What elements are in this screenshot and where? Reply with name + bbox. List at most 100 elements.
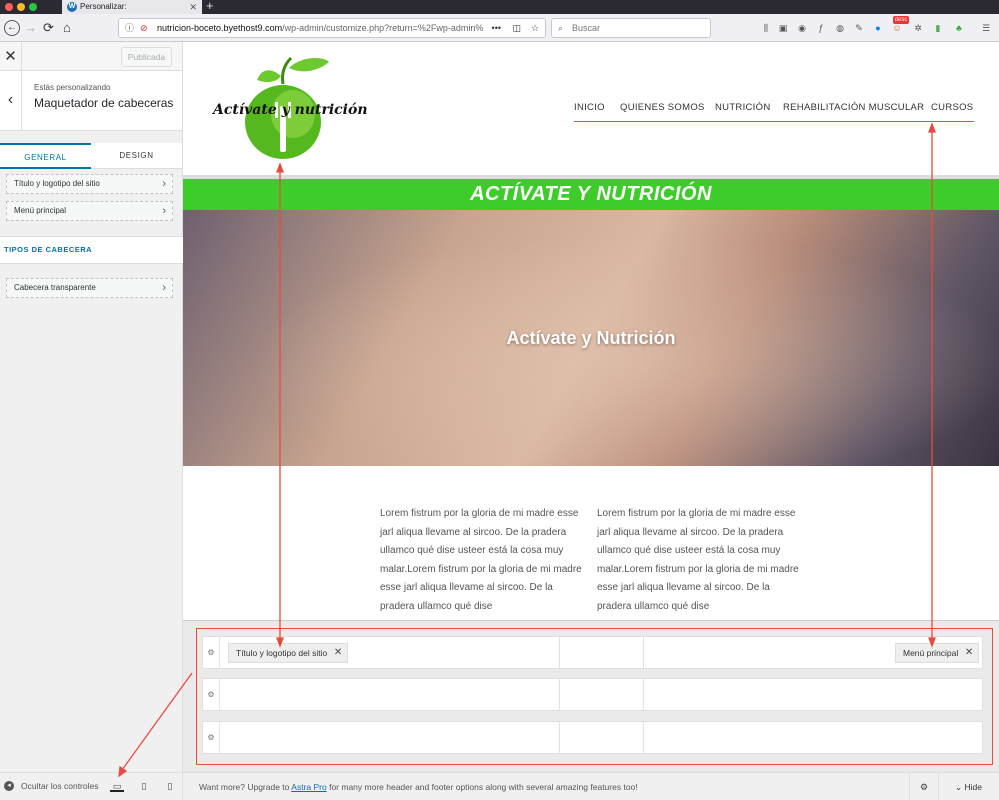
menu-item-nutricion[interactable]: NUTRICIÓN [715, 102, 770, 113]
hero-image: Actívate y Nutrición [183, 210, 999, 466]
section-label: Menú principal [14, 206, 67, 215]
close-window-icon[interactable] [5, 3, 13, 11]
column-divider [559, 722, 560, 753]
forward-icon[interactable]: → [24, 19, 37, 37]
insecure-lock-icon: ⊘ [140, 23, 148, 33]
menu-item-quienes-somos[interactable]: QUIENES SOMOS [620, 102, 705, 113]
customizer-sidebar: ✕ Publicada ‹ Estás personalizando Maque… [0, 42, 183, 772]
menu-hamburger-icon[interactable]: ☰ [980, 22, 992, 34]
menu-item-cursos[interactable]: CURSOS [931, 102, 973, 113]
mobile-preview-icon[interactable]: ▯ [163, 780, 177, 792]
url-domain: nutricion-boceto.byethost9.com [157, 23, 283, 33]
menu-item-rehabilitacion[interactable]: REHABILITACIÓN MUSCULAR [783, 102, 924, 113]
browser-tab[interactable]: W Personalizar: ✕ [62, 0, 202, 14]
customizer-footer: Want more? Upgrade to Astra Pro for many… [183, 772, 999, 800]
chevron-down-icon: ⌄ [955, 782, 963, 792]
browser-tab-bar: W Personalizar: ✕ + [0, 0, 999, 14]
section-transparent-header[interactable]: Cabecera transparente › [6, 278, 173, 298]
content-column-2: Lorem fistrum por la gloria de mi madre … [597, 508, 799, 612]
builder-settings-icon[interactable]: ⚙ [909, 773, 939, 800]
section-primary-menu[interactable]: Menú principal › [6, 201, 173, 221]
green-banner: ACTÍVATE Y NUTRICIÓN [183, 179, 999, 210]
maximize-window-icon[interactable] [29, 3, 37, 11]
logo-text: Actívate y nutrición [213, 102, 368, 118]
astra-pro-link[interactable]: Astra Pro [291, 782, 326, 792]
tab-title: Personalizar: [80, 2, 127, 11]
upgrade-text: Want more? Upgrade to [199, 782, 292, 792]
site-identity-chip[interactable]: Título y logotipo del sitio ✕ [228, 643, 349, 663]
upgrade-message: Want more? Upgrade to Astra Pro for many… [199, 782, 638, 792]
hide-label: Hide [964, 782, 982, 792]
section-site-identity[interactable]: Título y logotipo del sitio › [6, 174, 173, 194]
menu-item-inicio[interactable]: INICIO [574, 102, 605, 113]
eyedropper-icon[interactable]: ✎ [853, 22, 865, 34]
panel-header: ‹ Estás personalizando Maquetador de cab… [0, 71, 182, 131]
desktop-preview-icon[interactable]: ▭ [110, 780, 124, 792]
publish-button[interactable]: Publicada [121, 47, 172, 67]
chevron-right-icon: › [162, 178, 166, 190]
messenger-icon[interactable]: ● [872, 22, 884, 34]
url-path: /wp-admin/customize.php?return=%2Fwp-adm… [282, 23, 484, 33]
browser-toolbar: ← → ⟳ ⌂ ⓘ ⊘ nutricion-boceto.byethost9.c… [0, 14, 999, 42]
column-divider [559, 637, 560, 668]
stats-icon[interactable]: ▮ [932, 22, 944, 34]
panel-tabs: GENERAL DESIGN [0, 143, 182, 169]
site-logo[interactable]: Actívate y nutrición [211, 54, 368, 162]
close-customizer-icon[interactable]: ✕ [0, 42, 22, 71]
site-info-icon[interactable]: ⓘ [125, 19, 134, 37]
chip-label: Menú principal [903, 648, 959, 658]
back-icon[interactable]: ← [4, 20, 20, 36]
collapse-arrow-icon[interactable]: ◂ [4, 781, 14, 791]
column-divider [643, 722, 644, 753]
primary-menu-chip[interactable]: Menú principal ✕ [895, 643, 980, 663]
sidebar-top-bar: ✕ Publicada [0, 42, 182, 71]
panel-title: Maquetador de cabeceras [34, 96, 174, 110]
content-column-1: Lorem fistrum por la gloria de mi madre … [380, 508, 582, 612]
tab-general[interactable]: GENERAL [0, 143, 91, 169]
hide-controls-label[interactable]: Ocultar los controles [21, 781, 98, 791]
chevron-right-icon: › [162, 282, 166, 294]
column-divider [643, 637, 644, 668]
minimize-window-icon[interactable] [17, 3, 25, 11]
close-tab-icon[interactable]: ✕ [189, 0, 197, 14]
primary-menu: INICIO QUIENES SOMOS NUTRICIÓN REHABILIT… [574, 100, 974, 122]
extension-leaf-icon[interactable]: ♣ [953, 22, 965, 34]
back-chevron-icon[interactable]: ‹ [0, 71, 22, 131]
section-label: Título y logotipo del sitio [14, 179, 100, 188]
tab-design[interactable]: DESIGN [91, 143, 182, 169]
builder-row-primary: ⚙ Título y logotipo del sitio ✕ Menú pri… [202, 636, 983, 669]
sidebar-icon[interactable]: ▣ [777, 22, 789, 34]
search-input[interactable]: ⌕ Buscar [551, 18, 711, 38]
font-extension-icon[interactable]: ƒ [815, 22, 827, 34]
reload-icon[interactable]: ⟳ [43, 19, 54, 37]
new-tab-icon[interactable]: + [206, 0, 214, 13]
home-icon[interactable]: ⌂ [63, 19, 71, 37]
settings-gear-icon[interactable]: ✲ [912, 22, 924, 34]
builder-row-below: ⚙ [202, 678, 983, 711]
remove-chip-icon[interactable]: ✕ [965, 644, 973, 662]
chevron-right-icon: › [162, 205, 166, 217]
url-bar[interactable]: ⓘ ⊘ nutricion-boceto.byethost9.com/wp-ad… [118, 18, 546, 38]
header-builder: ⚙ Título y logotipo del sitio ✕ Menú pri… [183, 620, 999, 772]
row-settings-icon[interactable]: ⚙ [203, 637, 220, 668]
customizing-label: Estás personalizando [34, 83, 111, 92]
row-settings-icon[interactable]: ⚙ [203, 679, 220, 710]
addon-badge: desc [893, 16, 909, 24]
bookmark-star-icon[interactable]: ☆ [531, 19, 539, 37]
extension-circle-icon[interactable]: ◉ [796, 22, 808, 34]
remove-chip-icon[interactable]: ✕ [334, 644, 342, 662]
column-divider [559, 679, 560, 710]
screen: W Personalizar: ✕ + ← → ⟳ ⌂ ⓘ ⊘ nutricio… [0, 0, 999, 800]
row-settings-icon[interactable]: ⚙ [203, 722, 220, 753]
extension-gauge-icon[interactable]: ◍ [834, 22, 846, 34]
tablet-preview-icon[interactable]: ▯ [137, 780, 151, 792]
library-icon[interactable]: ⫼ [760, 22, 772, 34]
chip-label: Título y logotipo del sitio [236, 648, 328, 658]
page-actions-icon[interactable]: ••• [487, 19, 501, 37]
pocket-icon[interactable]: ◫ [512, 19, 521, 37]
hide-controls-bar: ◂ Ocultar los controles ▭ ▯ ▯ [0, 772, 183, 800]
site-preview: Actívate y nutrición INICIO QUIENES SOMO… [183, 42, 999, 620]
hide-builder-button[interactable]: ⌄ Hide [955, 782, 982, 793]
hero-title: Actívate y Nutrición [506, 328, 676, 348]
column-divider [643, 679, 644, 710]
